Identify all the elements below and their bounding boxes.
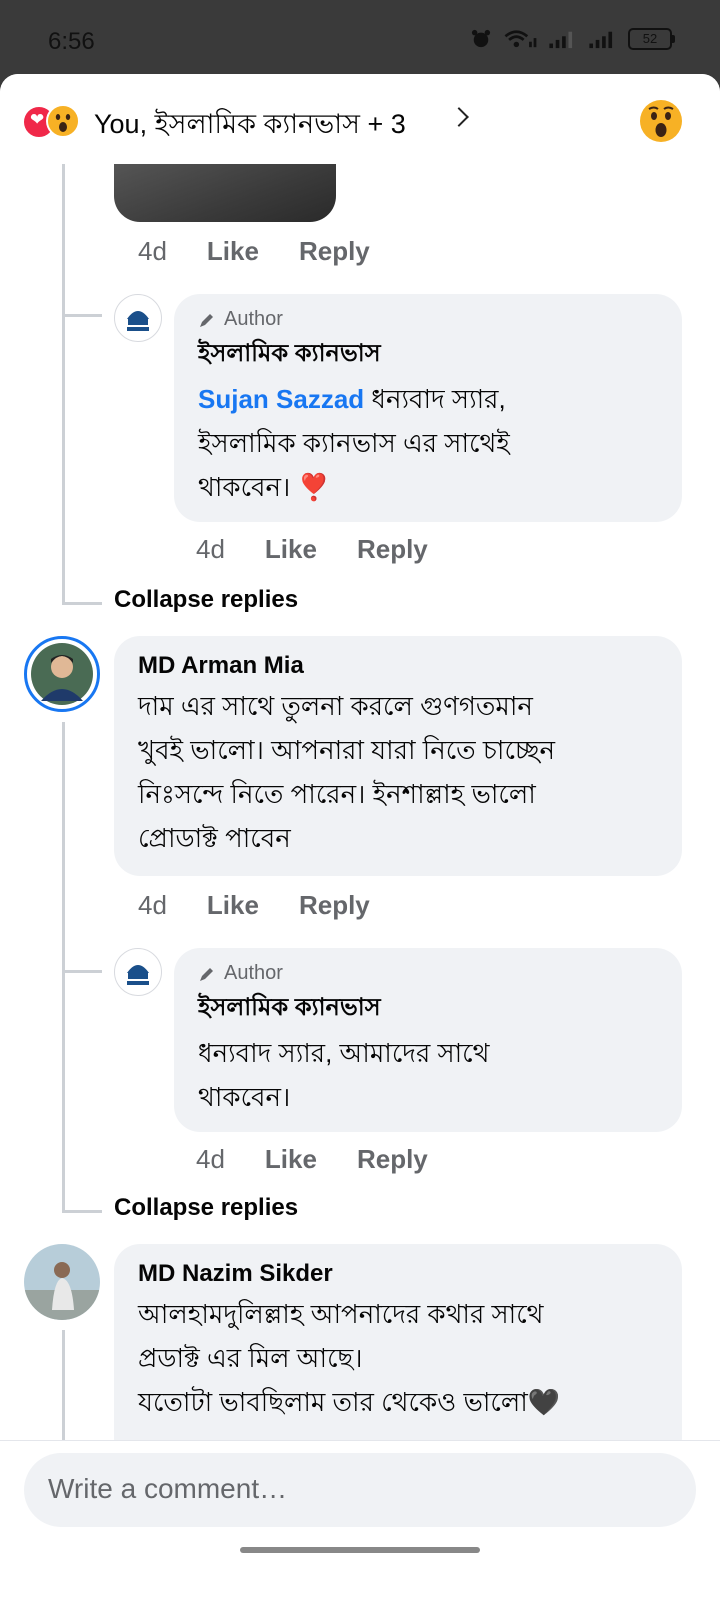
home-indicator[interactable] <box>240 1547 480 1553</box>
thread-branch <box>62 314 102 317</box>
reply-button[interactable]: Reply <box>299 890 370 921</box>
chevron-right-icon[interactable] <box>449 107 469 127</box>
like-button[interactable]: Like <box>207 890 259 921</box>
signal-icon-2 <box>589 31 613 49</box>
comment-actions: 4d Like Reply <box>196 534 428 565</box>
comment-actions: 4d Like Reply <box>138 890 370 921</box>
comment-time: 4d <box>138 890 167 920</box>
comment-input-placeholder: Write a comment… <box>48 1473 288 1504</box>
comment-actions: 4d Like Reply <box>138 236 370 267</box>
reply-button[interactable]: Reply <box>299 236 370 267</box>
thread-branch <box>62 1210 102 1213</box>
mention-link[interactable]: Sujan Sazzad <box>198 384 364 414</box>
comment-image[interactable] <box>114 164 336 222</box>
comments-sheet: You, ইসলামিক ক্যানভাস + 3 4d Like Reply … <box>0 74 720 1600</box>
comment-bubble[interactable]: Author ইসলামিক ক্যানভাস ধন্যবাদ স্যার, আ… <box>174 948 682 1132</box>
comment-bubble[interactable]: MD Nazim Sikder আলহামদুলিল্লাহ আপনাদের ক… <box>114 1244 682 1464</box>
thread-line <box>62 164 65 604</box>
wow-reaction-icon <box>46 104 80 138</box>
thread-branch <box>62 602 102 605</box>
like-button[interactable]: Like <box>265 1144 317 1175</box>
thread-line <box>62 1330 65 1440</box>
battery-icon: 52 <box>628 28 675 50</box>
collapse-replies-link[interactable]: Collapse replies <box>114 1194 298 1222</box>
wow-reaction-button-icon[interactable] <box>640 100 682 142</box>
comment-bubble[interactable]: Author ইসলামিক ক্যানভাস Sujan Sazzad ধন্… <box>174 294 682 522</box>
signal-icon <box>549 31 573 49</box>
reply-button[interactable]: Reply <box>357 534 428 565</box>
thread-line <box>62 722 65 1212</box>
reaction-icons <box>22 104 86 139</box>
comment-text: Sujan Sazzad ধন্যবাদ স্যার, ইসলামিক ক্যা… <box>198 384 510 502</box>
comment-bubble[interactable]: MD Arman Mia দাম এর সাথে তুলনা করলে গুণগ… <box>114 636 682 876</box>
comment-text: ধন্যবাদ স্যার, আমাদের সাথে থাকবেন। <box>198 1038 490 1112</box>
like-button[interactable]: Like <box>265 534 317 565</box>
commenter-name[interactable]: ইসলামিক ক্যানভাস <box>198 989 489 1029</box>
comment-time: 4d <box>138 236 167 266</box>
status-bar: 6:56 52 <box>0 0 720 74</box>
wifi-icon <box>504 30 537 48</box>
comment-composer-area: Write a comment… <box>0 1440 720 1600</box>
avatar[interactable] <box>24 636 100 712</box>
commenter-name[interactable]: MD Nazim Sikder <box>138 1260 560 1288</box>
reply-button[interactable]: Reply <box>357 1144 428 1175</box>
comment-text: আলহামদুলিল্লাহ আপনাদের কথার সাথে প্রডাক্… <box>138 1299 561 1417</box>
like-button[interactable]: Like <box>207 236 259 267</box>
comment-text: দাম এর সাথে তুলনা করলে গুণগতমান খুবই ভাল… <box>138 691 556 853</box>
pencil-icon <box>200 313 213 327</box>
author-badge: Author <box>198 962 489 985</box>
avatar[interactable] <box>114 294 162 342</box>
comment-time: 4d <box>196 534 225 564</box>
comment-input[interactable]: Write a comment… <box>24 1453 696 1527</box>
status-time: 6:56 <box>48 28 95 55</box>
pencil-icon <box>200 967 213 981</box>
comment-time: 4d <box>196 1144 225 1174</box>
collapse-replies-link[interactable]: Collapse replies <box>114 586 298 614</box>
avatar[interactable] <box>114 948 162 996</box>
status-icons: 52 <box>470 28 675 50</box>
author-badge: Author <box>198 308 510 331</box>
alarm-icon <box>471 29 491 48</box>
thread-branch <box>62 970 102 973</box>
reactions-summary[interactable]: You, ইসলামিক ক্যানভাস + 3 <box>94 104 406 149</box>
avatar[interactable] <box>24 1244 100 1320</box>
comment-actions: 4d Like Reply <box>196 1144 428 1175</box>
commenter-name[interactable]: MD Arman Mia <box>138 652 555 680</box>
commenter-name[interactable]: ইসলামিক ক্যানভাস <box>198 335 510 375</box>
reactions-header[interactable]: You, ইসলামিক ক্যানভাস + 3 <box>0 74 720 164</box>
